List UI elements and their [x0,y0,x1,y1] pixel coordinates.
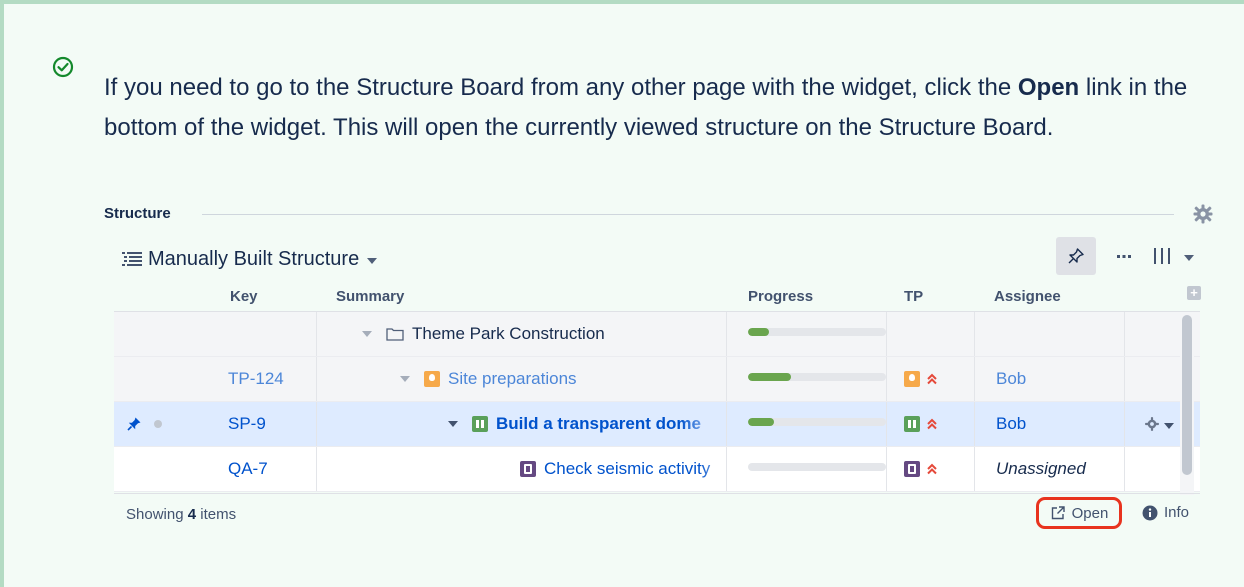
columns-button[interactable] [1152,247,1202,265]
pin-icon [1068,248,1084,264]
table-row[interactable]: TP-124 Site preparations Bob [114,357,1200,402]
structure-name: Manually Built Structure [148,247,360,270]
story-icon [472,416,488,432]
status-dot [154,420,162,428]
collapse-icon[interactable] [362,331,372,337]
table-row[interactable]: Theme Park Construction [114,312,1200,357]
summary-cell: Check seismic activity [520,447,734,491]
column-header-tp[interactable]: TP [904,288,923,305]
key-link[interactable]: QA-7 [228,447,268,491]
info-link[interactable]: Info [1142,504,1189,521]
progress-fill [748,328,769,336]
collapse-icon[interactable] [400,376,410,382]
assignee-link[interactable]: Bob [996,402,1026,446]
summary-cell: Theme Park Construction [362,312,605,356]
progress-fill [748,373,791,381]
structure-table: Key Summary Progress TP Assignee + Theme… [114,281,1201,492]
progress-fill [748,418,775,426]
task-icon [904,461,920,477]
scrollbar-thumb[interactable] [1182,315,1192,475]
key-link[interactable]: TP-124 [228,357,284,401]
summary-link[interactable]: Site preparations [448,369,577,389]
external-link-icon [1051,506,1065,520]
tip-text-start: If you need to go to the Structure Board… [104,74,1018,101]
pin-icon [127,417,141,431]
progress-bar [748,373,886,381]
priority-highest-icon [927,373,937,385]
gear-icon[interactable] [1192,203,1214,225]
column-header-key[interactable]: Key [230,288,258,305]
table-row[interactable]: QA-7 Check seismic activity Unassigned [114,447,1200,492]
priority-highest-icon [927,463,937,475]
structure-widget: Structure Manually Built Structure Key S… [104,199,1214,534]
showing-prefix: Showing [126,506,188,523]
scrollbar[interactable] [1180,313,1194,495]
info-icon [1142,505,1158,520]
showing-suffix: items [196,506,237,523]
assignee-unassigned[interactable]: Unassigned [996,447,1086,491]
row-pin[interactable] [126,402,162,446]
folder-icon [386,328,404,341]
widget-header: Structure [104,199,1214,229]
widget-footer: Showing 4 items Open Info [114,493,1200,534]
tip-text: If you need to go to the Structure Board… [104,68,1224,148]
list-icon [122,252,142,266]
summary-text: Theme Park Construction [412,324,605,343]
column-header-summary[interactable]: Summary [336,288,404,305]
tp-cell [904,402,938,446]
progress-bar [748,328,886,336]
chevron-down-icon [1164,422,1174,429]
check-circle-icon [52,56,74,78]
summary-link[interactable]: Check seismic activity [544,459,734,479]
items-count: 4 [187,506,197,523]
lightbulb-icon [424,371,440,387]
progress-bar [748,463,886,471]
tp-cell [904,447,938,491]
column-header-progress[interactable]: Progress [748,288,813,305]
add-column-icon[interactable]: + [1187,286,1201,300]
collapse-icon[interactable] [448,421,458,427]
progress-bar [748,418,886,426]
summary-link[interactable]: Build a transparent dome [496,414,726,434]
assignee-link[interactable]: Bob [996,357,1026,401]
header-divider [202,214,1174,215]
tip-open-word: Open [1017,74,1080,101]
pin-button[interactable] [1056,237,1096,275]
chevron-down-icon [1184,254,1194,261]
summary-cell: Build a transparent dome [448,402,726,446]
lightbulb-icon [904,371,920,387]
columns-icon [1154,248,1170,264]
story-icon [904,416,920,432]
structure-selector[interactable]: Manually Built Structure [122,241,378,277]
widget-title: Structure [104,205,177,222]
tip-panel: If you need to go to the Structure Board… [0,0,1244,587]
summary-cell: Site preparations [400,357,577,401]
column-header-assignee[interactable]: Assignee [994,288,1061,305]
gear-icon [1145,417,1159,431]
chevron-down-icon [367,257,378,264]
table-row-selected[interactable]: SP-9 Build a transparent dome Bob [114,402,1200,447]
priority-highest-icon [927,418,937,430]
open-label: Open [1071,504,1109,522]
task-icon [520,461,536,477]
key-link[interactable]: SP-9 [228,402,266,446]
info-label: Info [1164,504,1190,521]
row-actions[interactable] [1144,402,1174,446]
tp-cell [904,357,938,401]
table-header: Key Summary Progress TP Assignee + [114,281,1201,312]
items-count-text: Showing 4 items [126,506,236,523]
more-icon[interactable] [1116,249,1132,263]
open-link[interactable]: Open [1036,497,1122,529]
